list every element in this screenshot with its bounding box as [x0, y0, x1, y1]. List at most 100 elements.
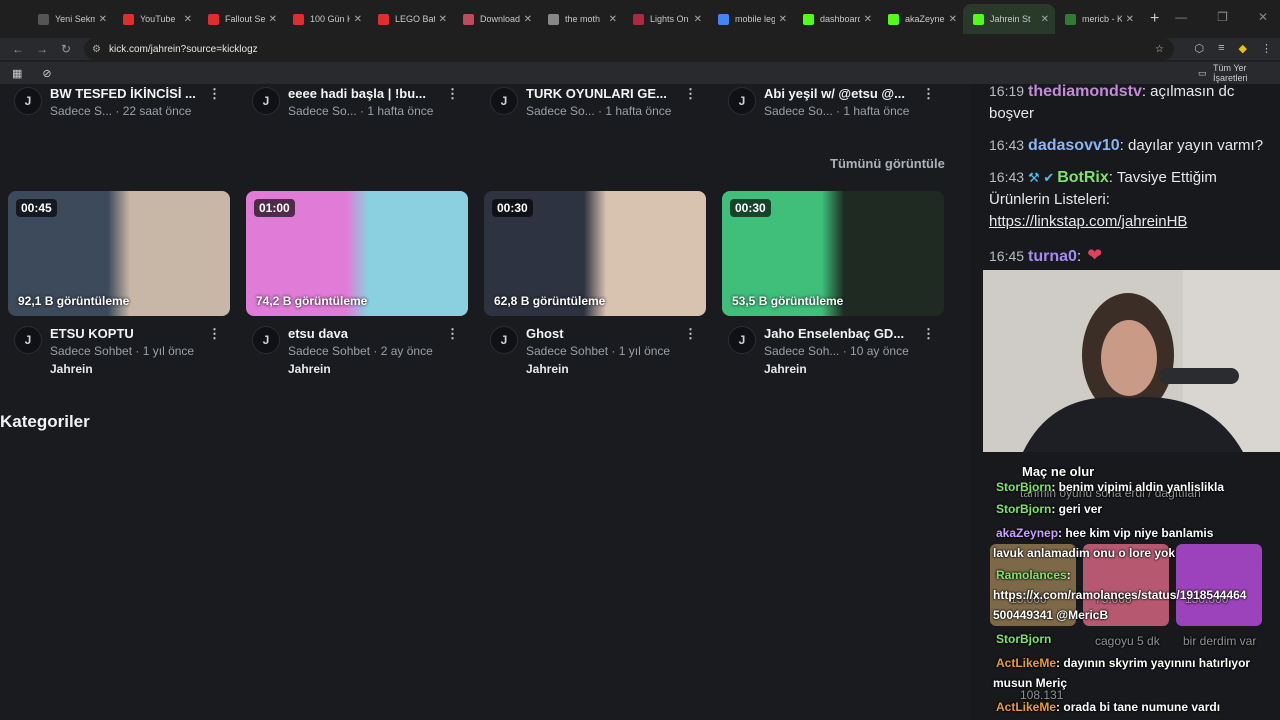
clip-meta: Sadece Sohbet · 1 yıl önce — [50, 344, 195, 358]
chat-username[interactable]: turna0 — [1028, 248, 1077, 265]
more-options-icon[interactable]: ⋮ — [446, 86, 459, 102]
tab-favicon-icon — [548, 13, 559, 25]
clip-title[interactable]: etsu dava — [288, 326, 453, 341]
clip-title[interactable]: Ghost — [526, 326, 691, 341]
browser-tab[interactable]: LEGO Batr ✕ — [368, 4, 453, 34]
browser-tab[interactable]: mericb - K ✕ — [1055, 4, 1140, 34]
more-options-icon[interactable]: ⋮ — [684, 326, 697, 342]
chat-username[interactable]: dadasovv10 — [1028, 137, 1120, 154]
browser-tab[interactable]: YouTube ✕ — [113, 4, 198, 34]
extension-icon[interactable]: ◆ — [1239, 42, 1247, 55]
video-card[interactable]: J Abi yeşil w/ @etsu @... Sadece So... · 1… — [722, 84, 952, 124]
overlay-text: : geri ver — [1051, 502, 1103, 516]
clip-card[interactable]: J Ghost Sadece Sohbet · 1 yıl önce Jahrein ⋮ — [484, 324, 716, 384]
more-options-icon[interactable]: ⋮ — [684, 86, 697, 102]
chat-link[interactable]: https://linkstap.com/jahreinHB — [989, 213, 1187, 230]
tab-close-icon[interactable]: ✕ — [864, 14, 872, 25]
video-card[interactable]: Jeeee hadi başla | !bu... Sadece So... · … — [246, 84, 476, 124]
channel-avatar[interactable]: J — [252, 87, 280, 115]
apps-icon[interactable]: ▦ — [12, 67, 22, 80]
all-bookmarks-link[interactable]: Tüm Yer İşaretleri — [1213, 63, 1280, 83]
tab-close-icon[interactable]: ✕ — [439, 14, 447, 25]
tab-close-icon[interactable]: ✕ — [99, 14, 107, 25]
address-bar[interactable]: ⚙ kick.com/jahrein?source=kicklogz ☆ — [84, 38, 1174, 60]
reload-icon[interactable]: ↻ — [54, 42, 78, 56]
browser-tab[interactable]: Download ✕ — [453, 4, 538, 34]
back-icon[interactable]: ← — [6, 42, 30, 56]
tab-close-icon[interactable]: ✕ — [949, 14, 957, 25]
browser-tab[interactable]: the moth ✕ — [538, 4, 623, 34]
forward-icon[interactable]: → — [30, 42, 54, 56]
clip-thumbnail[interactable]: 00:45 92,1 B görüntüleme — [8, 191, 230, 316]
clip-channel-name[interactable]: Jahrein — [288, 362, 331, 376]
more-options-icon[interactable]: ⋮ — [446, 326, 459, 342]
browser-tab[interactable]: Yeni Sekme ✕ — [28, 4, 113, 34]
video-card[interactable]: J TURK OYUNLARI GE... Sadece So... · 1 haf… — [484, 84, 714, 124]
globe-icon[interactable]: ⊘ — [42, 67, 51, 80]
browser-tab[interactable]: Jahrein St ✕ — [963, 4, 1055, 34]
browser-tab[interactable]: Lights On ✕ — [623, 4, 708, 34]
tab-close-icon[interactable]: ✕ — [184, 14, 192, 25]
tab-close-icon[interactable]: ✕ — [694, 14, 702, 25]
clip-card[interactable]: J ETSU KOPTU Sadece Sohbet · 1 yıl önce Jah… — [8, 324, 240, 384]
browser-tab[interactable]: 100 Gün H ✕ — [283, 4, 368, 34]
more-options-icon[interactable]: ⋮ — [922, 326, 935, 342]
clip-channel-name[interactable]: Jahrein — [50, 362, 93, 376]
clip-title[interactable]: Jaho Enselenbaç GD... — [764, 326, 929, 341]
tab-close-icon[interactable]: ✕ — [1041, 14, 1049, 25]
chat-text: : dayılar yayın varmı? — [1119, 137, 1264, 154]
channel-avatar[interactable]: J — [728, 326, 756, 354]
clip-card[interactable]: J Jaho Enselenbaç GD... Sadece Soh... · 10… — [722, 324, 954, 384]
channel-avatar[interactable]: J — [252, 326, 280, 354]
browser-tab[interactable]: mobile leg ✕ — [708, 4, 793, 34]
clip-thumbnail[interactable]: 00:30 62,8 B görüntüleme — [484, 191, 706, 316]
tab-close-icon[interactable]: ✕ — [354, 14, 362, 25]
new-tab-button[interactable]: + — [1150, 10, 1159, 28]
video-title[interactable]: TURK OYUNLARI GE... — [526, 86, 691, 101]
video-meta: Sadece So... · 1 hafta önce — [526, 104, 672, 118]
channel-avatar[interactable]: J — [14, 87, 42, 115]
chat-timestamp: 16:43 — [989, 169, 1025, 185]
clip-channel-name[interactable]: Jahrein — [764, 362, 807, 376]
menu-icon[interactable]: ⋮ — [1261, 42, 1272, 55]
tab-favicon-icon — [973, 13, 984, 25]
clip-thumbnail[interactable]: 00:30 53,5 B görüntüleme — [722, 191, 944, 316]
extensions-icon[interactable]: ⬡ — [1195, 42, 1205, 55]
maximize-icon[interactable]: ❐ — [1217, 10, 1228, 24]
video-title[interactable]: eeee hadi başla | !bu... — [288, 86, 453, 101]
browser-tab[interactable]: dashboard ✕ — [793, 4, 878, 34]
video-title[interactable]: Abi yeşil w/ @etsu @... — [764, 86, 929, 101]
video-title[interactable]: BW TESFED İKİNCİSİ ... — [50, 86, 215, 101]
bookmark-star-icon[interactable]: ☆ — [1155, 44, 1164, 55]
site-info-icon[interactable]: ⚙ — [92, 44, 101, 55]
tab-close-icon[interactable]: ✕ — [524, 14, 532, 25]
more-options-icon[interactable]: ⋮ — [208, 326, 221, 342]
tab-close-icon[interactable]: ✕ — [1126, 14, 1134, 25]
browser-tab[interactable]: akaZeyne ✕ — [878, 4, 963, 34]
more-options-icon[interactable]: ⋮ — [208, 86, 221, 102]
more-options-icon[interactable]: ⋮ — [922, 86, 935, 102]
tab-close-icon[interactable]: ✕ — [779, 14, 787, 25]
clip-channel-name[interactable]: Jahrein — [526, 362, 569, 376]
browser-tab[interactable]: Fallout Se ✕ — [198, 4, 283, 34]
tab-close-icon[interactable]: ✕ — [269, 14, 277, 25]
clip-title[interactable]: ETSU KOPTU — [50, 326, 215, 341]
channel-avatar[interactable]: J — [728, 87, 756, 115]
chat-timestamp: 16:19 — [989, 84, 1025, 99]
chat-timestamp: 16:45 — [989, 248, 1025, 264]
channel-avatar[interactable]: J — [490, 87, 518, 115]
media-icon[interactable]: ≡ — [1218, 42, 1224, 55]
channel-avatar[interactable]: J — [14, 326, 42, 354]
chat-username[interactable]: BotRix — [1057, 169, 1109, 186]
chat-username[interactable]: thediamondstv — [1028, 84, 1142, 100]
see-all-link[interactable]: Tümünü görüntüle — [830, 156, 945, 171]
overlay-username: StorBjorn — [996, 632, 1052, 646]
clip-thumbnail[interactable]: 01:00 74,2 B görüntüleme — [246, 191, 468, 316]
video-card[interactable]: J BW TESFED İKİNCİSİ ... Sadece S... · 22 … — [8, 84, 238, 124]
chat-message: 16:45 turna0: ❤ — [989, 244, 1274, 268]
tab-close-icon[interactable]: ✕ — [609, 14, 617, 25]
channel-avatar[interactable]: J — [490, 326, 518, 354]
clip-card[interactable]: Jetsu dava Sadece Sohbet · 2 ay önce Jahre… — [246, 324, 478, 384]
minimize-icon[interactable]: — — [1175, 10, 1187, 24]
close-window-icon[interactable]: ✕ — [1258, 10, 1268, 24]
